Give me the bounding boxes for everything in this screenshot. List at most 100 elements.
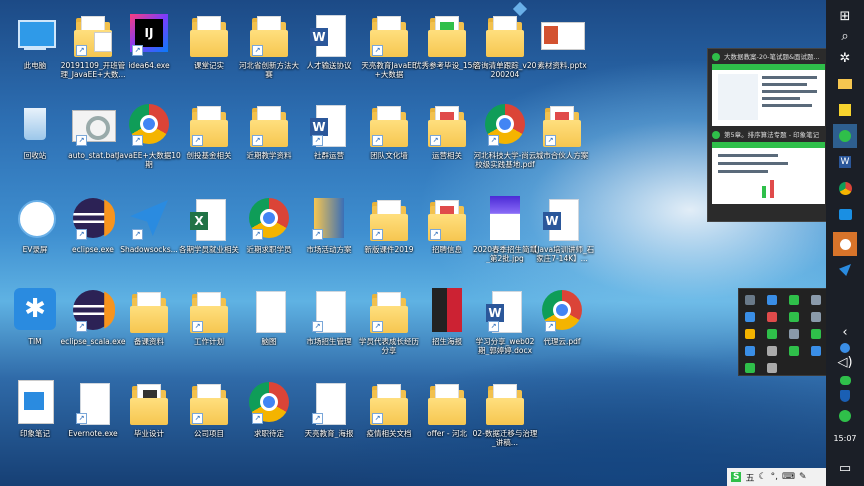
eclipse-icon: ↗ [72,196,114,242]
tray-app-icon[interactable] [745,346,755,356]
desktop-icon[interactable]: 课堂记实 [180,4,238,90]
desktop-icon-label: idea64.exe [128,61,170,70]
desktop-icon[interactable]: 备课资料 [120,280,178,366]
desktop-icon[interactable]: ↗ 天亮教育_海报 [300,372,358,458]
evernote-icon[interactable] [833,124,857,148]
tray-app-icon[interactable] [789,329,799,339]
tray-app-icon[interactable] [767,312,777,322]
desktop-icon[interactable]: ↗ 学员代表成长经历分享 [359,280,419,366]
tray-app-icon[interactable] [767,295,777,305]
preview-thumbnail[interactable] [712,142,825,204]
tray-app-icon[interactable] [811,312,821,322]
ime-settings-icon[interactable]: ✎ [799,472,807,482]
preview-title[interactable]: 大数据教案-20-笔试题&面试题... [708,49,829,63]
antivirus-icon[interactable] [833,404,857,428]
desktop-icon[interactable]: 脑图 [240,280,298,366]
tray-app-icon[interactable] [767,346,777,356]
desktop-icon[interactable]: 2020春季招生简章_第2批.jpg [473,188,537,274]
tray-app-icon[interactable] [745,329,755,339]
desktop-icon[interactable]: ↗ auto_stat.bat [64,94,122,180]
desktop-icon[interactable]: ↗ 市场招生管理 [300,280,358,366]
desktop-icon[interactable]: ↗ 近期教学资料 [240,94,298,180]
desktop-icon[interactable]: offer - 河北 [418,372,476,458]
preview-item[interactable]: 第5章。排序算法专题 - 印象笔记 [708,127,829,204]
desktop-icon[interactable]: 02-数据迁移与治理_讲稿... [473,372,537,458]
desktop-icon[interactable]: ↗ 疫情相关文档 [360,372,418,458]
folder-red-icon: ↗ [541,102,583,148]
desktop-icon[interactable]: 优秀参考毕设_15级 [414,4,480,90]
desktop-icon[interactable]: ↗ 运营相关 [418,94,476,180]
desktop-icon[interactable]: ↗ 20191109_开班管理_JavaEE+大数... [60,4,126,90]
desktop-icon[interactable]: 印象笔记 [6,372,64,458]
send-icon[interactable] [833,258,857,282]
tray-app-icon[interactable] [767,363,777,373]
desktop-icon[interactable]: IJ ↗ idea64.exe [120,4,178,90]
desktop-icon[interactable]: ↗ 求职待定 [240,372,298,458]
folder-icon: ↗ [188,288,230,334]
desktop-icon[interactable]: 毕业设计 [120,372,178,458]
desktop-icon[interactable]: ↗ 代理云.pdf [533,280,591,366]
chrome-icon[interactable] [833,176,857,200]
desktop-icon[interactable]: 咨询清单跟踪_v20200204 [474,4,536,90]
desktop-icon[interactable]: W 人才输送协议 [300,4,358,90]
tray-app-icon[interactable] [767,329,777,339]
desktop-icon[interactable]: ↗ 工作计划 [180,280,238,366]
tray-app-icon[interactable] [745,312,755,322]
desktop-icon[interactable]: ✱ TIM [6,280,64,366]
ime-toolbar[interactable]: S 五 ☾ °, ⌨ ✎ [727,468,826,486]
desktop-icon[interactable]: ↗ 创投基金相关 [180,94,238,180]
tray-app-icon[interactable] [789,312,799,322]
desktop-icon[interactable]: 此电脑 [6,4,64,90]
desktop-icon[interactable]: W 【Java培训讲师_石家庄7-14K】... [530,188,594,274]
desktop-icon[interactable]: EV录屏 [6,188,64,274]
desktop-icon[interactable]: W ↗ 学习分享_web02期_郭婷婷.docx [476,280,534,366]
desktop-icon[interactable]: ↗ 公司项目 [180,372,238,458]
preview-item[interactable]: 大数据教案-20-笔试题&面试题... [708,49,829,126]
ime-punct-icon[interactable]: °, [771,472,778,482]
desktop-icon[interactable]: ↗ 天亮教育JavaEE+大数据 [360,4,418,90]
tray-app-icon[interactable] [745,363,755,373]
clock[interactable]: 15:07 [826,434,864,443]
media-icon[interactable] [833,202,857,226]
folder-icon [188,12,230,58]
desktop-icon[interactable]: ↗ 河北省创新方法大赛 [239,4,299,90]
desktop-icon[interactable]: ↗ 团队文化墙 [360,94,418,180]
desktop-icon[interactable]: X 各期学员就业相关 [179,188,239,274]
file-explorer-icon[interactable] [833,72,857,96]
desktop-icon[interactable]: 回收站 [6,94,64,180]
desktop-icon[interactable]: ↗ eclipse.exe [64,188,122,274]
desktop-icon[interactable]: 招生海报 [418,280,476,366]
tray-app-icon[interactable] [811,346,821,356]
shortcut-arrow-icon: ↗ [488,135,499,146]
ime-moon-icon[interactable]: ☾ [759,472,767,482]
desktop-icon[interactable]: ↗ Shadowsocks... [120,188,178,274]
desktop-icon[interactable]: ↗ eclipse_scala.exe [61,280,125,366]
desktop-icon-label: 招生海报 [432,337,462,346]
desktop-icon[interactable]: ↗ Evernote.exe [64,372,122,458]
ime-mode-label[interactable]: 五 [745,471,754,484]
desktop-icon[interactable]: ↗ 招聘信息 [418,188,476,274]
desktop-icon[interactable]: ↗ 新版课件2019 [360,188,418,274]
desktop-icon[interactable]: ↗ JavaEE+大数据10期 [117,94,181,180]
notification-icon[interactable]: ▭ [833,456,857,480]
tray-app-icon[interactable] [789,346,799,356]
desktop-icon[interactable]: ↗ 近期求职学员 [240,188,298,274]
tray-app-icon[interactable] [811,329,821,339]
tray-app-icon[interactable] [789,295,799,305]
desktop-icon[interactable]: ↗ 河北科技大学-尚云校级实践基地.pdf [474,94,536,180]
preview-thumbnail[interactable] [712,64,825,126]
contact-icon[interactable] [833,232,857,256]
app-icon[interactable]: ✲ [833,46,857,70]
folder-icon [484,12,526,58]
word-icon[interactable]: W [833,150,857,174]
desktop-icon[interactable]: ↗ 城市合伙人方案 [533,94,591,180]
desktop-icon[interactable]: W ↗ 社群运营 [300,94,358,180]
preview-title[interactable]: 第5章。排序算法专题 - 印象笔记 [708,127,829,141]
sticky-notes-icon[interactable] [833,98,857,122]
search-icon[interactable]: ⌕ [833,24,857,48]
tray-app-icon[interactable] [811,295,821,305]
ime-keyboard-icon[interactable]: ⌨ [782,472,795,482]
desktop-icon[interactable]: ↗ 市场活动方案 [300,188,358,274]
desktop-icon[interactable]: 素材资料.pptx [533,4,591,90]
tray-app-icon[interactable] [745,295,755,305]
